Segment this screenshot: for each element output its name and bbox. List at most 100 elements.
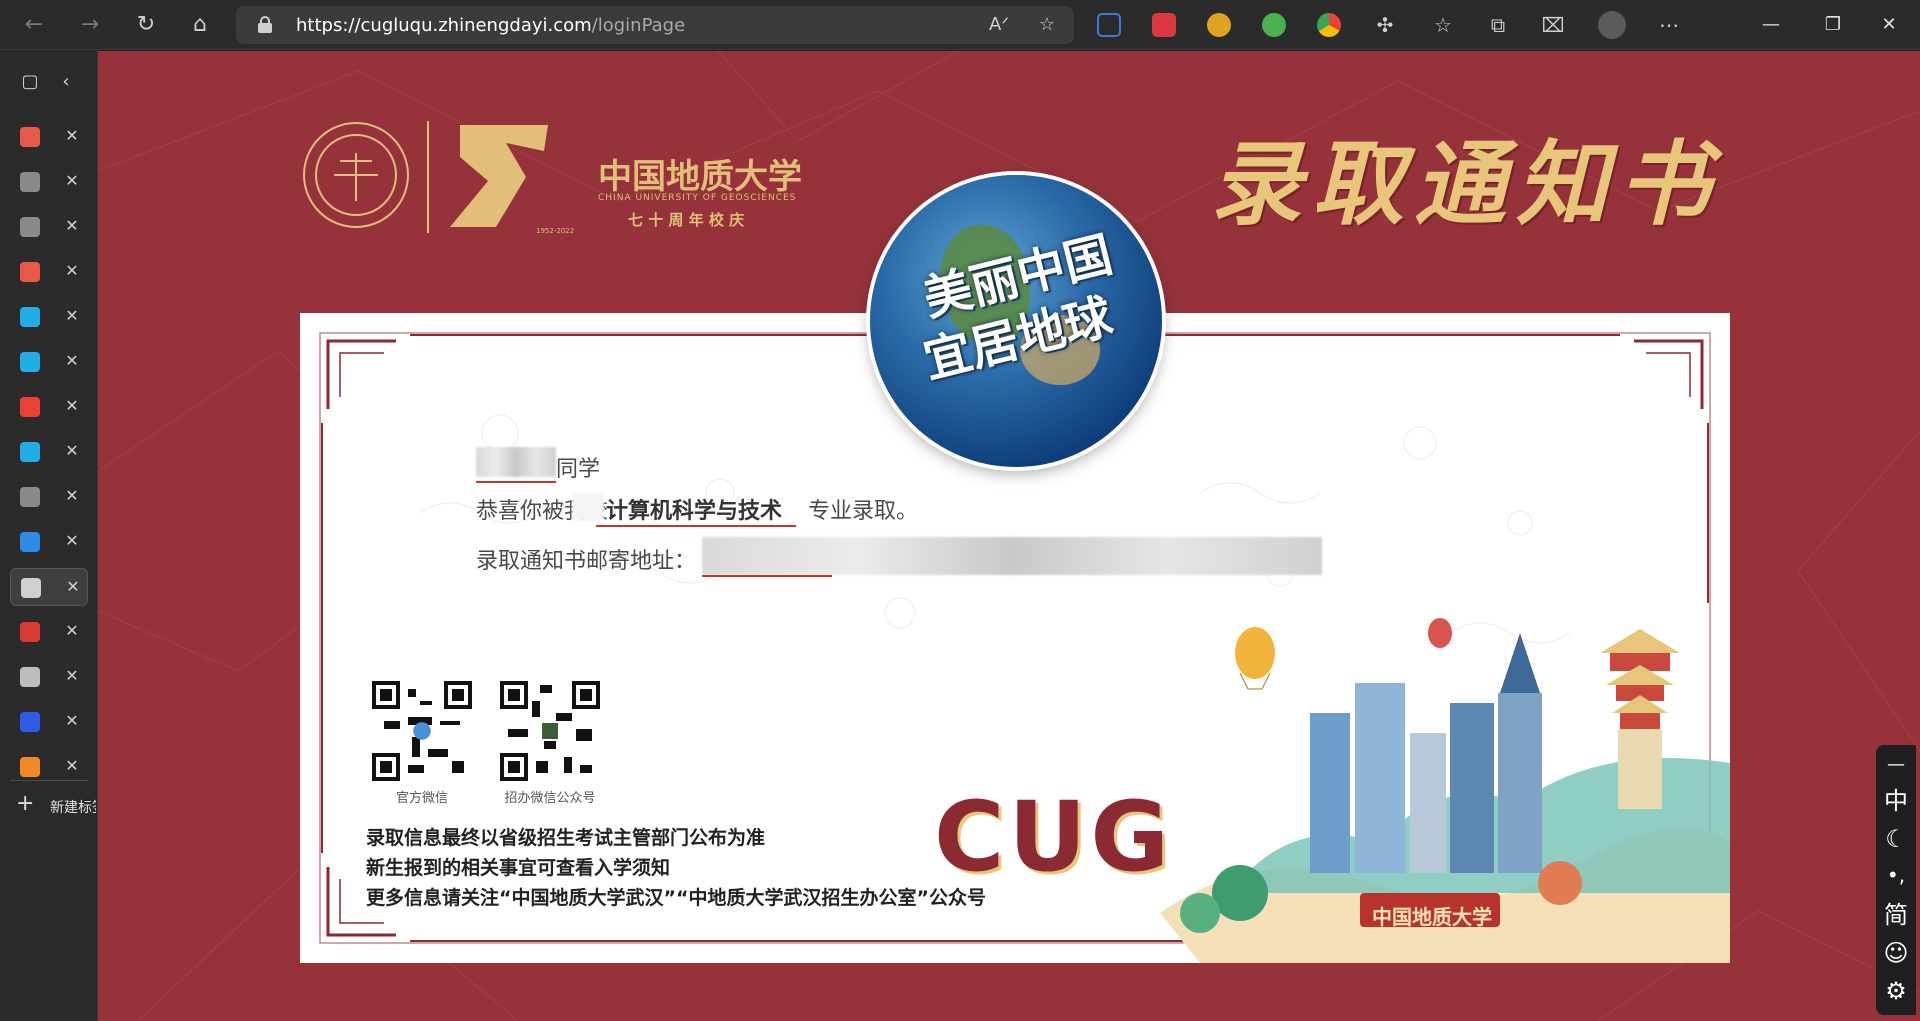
math-solver-icon[interactable]: ⌧ [1540,12,1566,38]
ime-emoji-icon[interactable]: ☺ [1876,935,1916,971]
add-extension-icon[interactable] [1262,13,1286,37]
tab-item[interactable]: ✕ [10,298,88,336]
tab-item[interactable]: ✕ [10,478,88,516]
favorites-icon[interactable]: ☆ [1430,12,1456,38]
address-label: 录取通知书邮寄地址： [476,549,697,574]
close-tab-icon[interactable]: ✕ [60,664,84,688]
tab-actions-menu-icon[interactable]: ▢ [16,68,44,96]
url-text[interactable]: https://cugluqu.zhinengdayi.com/loginPag… [296,15,685,36]
banner-school-name: 中国地质大学 [1372,905,1492,929]
bilibili-icon [20,352,40,372]
logo-school-en: CHINA UNIVERSITY OF GEOSCIENCES [598,193,797,203]
tab-item[interactable]: ✕ [10,253,88,291]
close-tab-icon[interactable]: ✕ [60,124,84,148]
notice-line-3: 更多信息请关注“中国地质大学武汉”“中地质大学武汉招生办公室”公众号 [366,887,986,909]
close-tab-icon[interactable]: ✕ [60,259,84,283]
close-tab-icon[interactable]: ✕ [61,575,85,599]
collapse-sidebar-icon[interactable]: ‹ [52,68,80,96]
ime-punctuation-toggle[interactable]: •, [1876,857,1916,893]
logo-anniversary: 七 十 周 年 校 庆 [628,211,745,229]
major-name: 计算机科学与技术 [606,499,783,524]
close-window-button[interactable]: ✕ [1874,10,1904,40]
close-tab-icon[interactable]: ✕ [60,484,84,508]
admission-tab-icon [20,262,40,282]
tab-item[interactable]: ✕ [10,703,88,741]
new-tab-label: 新建标签页 [50,800,96,816]
close-tab-icon[interactable]: ✕ [60,439,84,463]
page-icon [20,667,40,687]
add-favorite-icon[interactable]: ☆ [1036,14,1058,36]
ime-language-toggle[interactable]: 中 [1876,783,1916,819]
major-underline [596,525,796,527]
back-arrow-icon[interactable]: ← [20,11,48,39]
tab-actions: ▢ ‹ [0,50,98,112]
close-tab-icon[interactable]: ✕ [60,214,84,238]
address-bar[interactable]: https://cugluqu.zhinengdayi.com/loginPag… [236,6,1074,44]
minimize-button[interactable]: — [1756,10,1786,40]
qr-official-wechat-label: 官方微信 [395,791,448,806]
vertical-tab-bar: ▢ ‹ ✕ ✕ ✕ ✕ ✕ ✕ ✕ ✕ ✕ ✕ ✕ ✕ ✕ ✕ ✕ + 新建标签页 [0,50,98,1021]
tab-item[interactable]: ✕ [10,613,88,651]
close-tab-icon[interactable]: ✕ [60,304,84,328]
close-tab-icon[interactable]: ✕ [60,169,84,193]
close-tab-icon[interactable]: ✕ [60,754,84,778]
qr-admissions-wechat [500,681,600,781]
browser-toolbar: ← → ↻ ⌂ https://cugluqu.zhinengdayi.com/… [0,0,1920,50]
admission-tab-icon [20,127,40,147]
refresh-icon[interactable]: ↻ [132,11,160,39]
qr-admissions-wechat-label: 招办微信公众号 [504,791,596,806]
tab-item[interactable]: ✕ [10,163,88,201]
globe-emblem: 美丽中国 宜居地球 [870,175,1162,467]
read-aloud-icon[interactable]: Aᐟ [988,14,1010,36]
notice-line-2: 新生报到的相关事宜可查看入学须知 [366,857,671,879]
plus-icon: + [16,791,35,816]
close-tab-icon[interactable]: ✕ [60,529,84,553]
baidu-icon [20,712,40,732]
bilibili-icon [20,442,40,462]
pdf-icon [20,622,40,642]
greeting-suffix: 同学 [556,457,601,482]
chrome-extension-icon[interactable] [1317,13,1341,37]
ime-simplified-toggle[interactable]: 简 [1876,897,1916,933]
qr-official-wechat [372,681,472,781]
maximize-button[interactable]: ❐ [1818,10,1848,40]
ime-settings-icon[interactable]: ⚙ [1876,973,1916,1009]
notice-line-1: 录取信息最终以省级招生考试主管部门公布为准 [366,827,766,849]
notes-extension-icon[interactable] [1152,13,1176,37]
tab-item[interactable]: ✕ [10,118,88,156]
extension-icon[interactable] [1207,13,1231,37]
close-tab-icon[interactable]: ✕ [60,394,84,418]
close-tab-icon[interactable]: ✕ [60,619,84,643]
cug-wordmark: CUG [934,781,1174,893]
profile-avatar[interactable] [1598,11,1626,39]
puzzle-icon[interactable]: ✣ [1372,12,1398,38]
tab-item[interactable]: ✕ [10,523,88,561]
new-tab-button[interactable]: + 新建标签页 [10,788,96,822]
forward-arrow-icon[interactable]: → [76,11,104,39]
google-icon [20,397,40,417]
close-tab-icon[interactable]: ✕ [60,349,84,373]
tab-item[interactable]: ✕ [10,433,88,471]
logo-school-cn: 中国地质大学 [598,157,802,197]
home-icon[interactable]: ⌂ [186,11,214,39]
address-underline [702,575,832,577]
collections-icon[interactable]: ⧉ [1485,12,1511,38]
ime-collapse-button[interactable]: — [1876,747,1916,783]
name-underline [476,481,556,483]
tab-item[interactable]: ✕ [10,388,88,426]
address-redacted [702,537,1322,575]
tab-item[interactable]: ✕ [10,658,88,696]
tab-item[interactable]: ✕ [10,208,88,246]
ime-toolbar: — 中 ☾ •, 简 ☺ ⚙ [1876,745,1916,1015]
tab-item[interactable]: ✕ [10,568,88,606]
admission-card: 美丽中国 宜居地球 同学 恭喜你被我校 计算机科学与技术 专业录取。 录取通知书… [300,175,1730,963]
lock-icon [258,16,272,33]
bilibili-icon [20,307,40,327]
ime-night-mode-icon[interactable]: ☾ [1876,821,1916,857]
tab-item[interactable]: ✕ [10,343,88,381]
close-tab-icon[interactable]: ✕ [60,709,84,733]
more-dots-icon[interactable]: ⋯ [1656,12,1682,38]
student-name-redacted [476,447,556,477]
sidebar-divider [10,780,88,781]
screenshot-extension-icon[interactable] [1097,13,1121,37]
